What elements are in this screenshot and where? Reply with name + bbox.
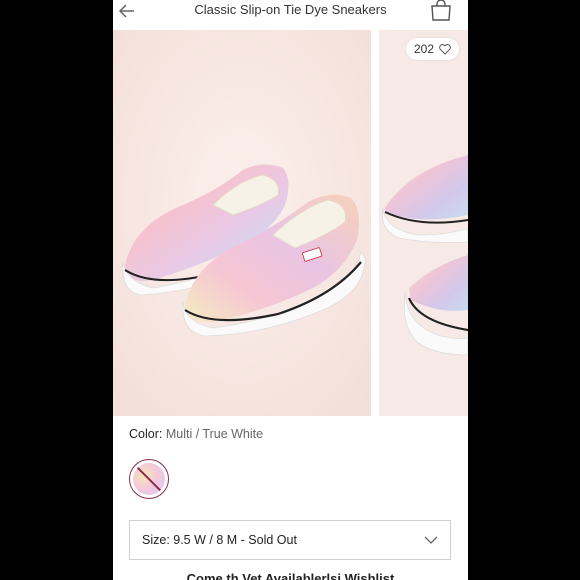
- wishlist-notice[interactable]: Come th Vet Availablerlsi Wishlist: [113, 571, 468, 580]
- favorite-button[interactable]: 202: [406, 38, 460, 60]
- color-swatch-multi[interactable]: [129, 459, 169, 499]
- sneaker-illustration: [113, 30, 371, 416]
- size-selected-value: Size: 9.5 W / 8 M - Sold Out: [142, 533, 297, 547]
- chevron-down-icon: [424, 536, 438, 544]
- shopping-bag-icon: [431, 0, 451, 21]
- product-image-secondary[interactable]: [379, 30, 468, 416]
- heart-icon: [439, 43, 451, 55]
- top-header: Classic Slip-on Tie Dye Sneakers: [113, 0, 468, 31]
- product-image-main[interactable]: [113, 30, 371, 416]
- sneaker-closeup-illustration: [379, 30, 468, 416]
- product-screen: Classic Slip-on Tie Dye Sneakers 202 Col…: [113, 0, 468, 580]
- color-label: Color:: [129, 427, 163, 441]
- color-value: Multi / True White: [165, 427, 264, 441]
- page-title: Classic Slip-on Tie Dye Sneakers: [194, 2, 387, 17]
- color-info: Color: Multi / True White: [129, 427, 263, 441]
- size-dropdown[interactable]: Size: 9.5 W / 8 M - Sold Out: [129, 520, 451, 560]
- swatch-unavailable-icon: [133, 463, 165, 495]
- product-gallery[interactable]: 202: [113, 30, 468, 416]
- favorite-count: 202: [414, 42, 435, 56]
- shopping-bag-button[interactable]: [429, 0, 453, 22]
